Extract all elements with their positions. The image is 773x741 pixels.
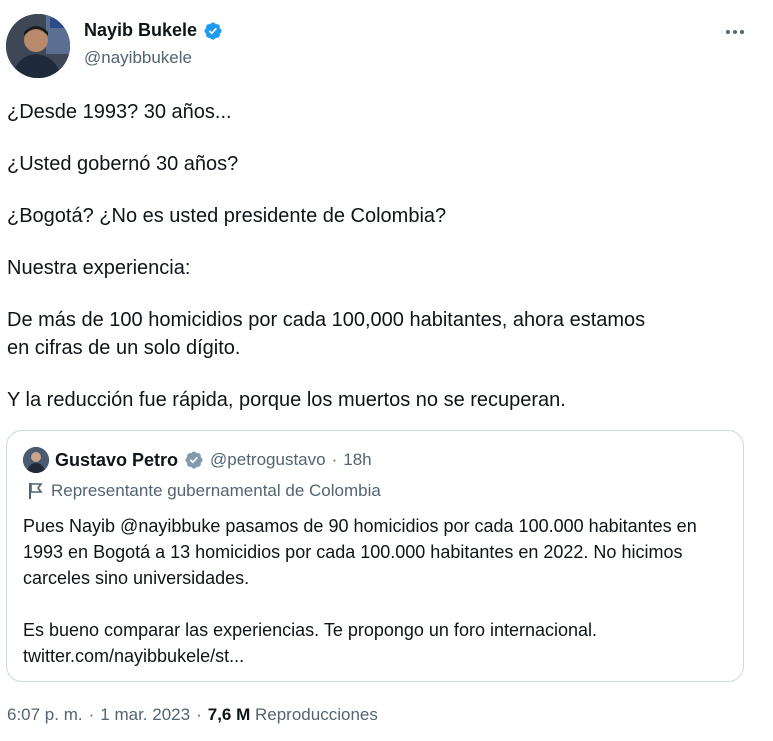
tweet-paragraph: Nuestra experiencia: bbox=[7, 257, 191, 279]
tweet: Nayib Bukele @nayibbukele ¿Desde 1993? 3… bbox=[0, 0, 773, 741]
more-options-icon[interactable] bbox=[722, 22, 748, 42]
government-label-text: Representante gubernamental de Colombia bbox=[51, 481, 381, 500]
government-label: Representante gubernamental de Colombia bbox=[27, 481, 381, 501]
verified-badge-icon bbox=[204, 21, 222, 40]
quoted-tweet-header: Gustavo Petro @petrogustavo · 18h bbox=[23, 447, 372, 473]
tweet-paragraph: ¿Bogotá? ¿No es usted presidente de Colo… bbox=[7, 205, 447, 227]
quoted-link[interactable]: twitter.com/nayibbukele/st... bbox=[23, 643, 735, 669]
tweet-date[interactable]: 1 mar. 2023 bbox=[100, 705, 190, 725]
tweet-paragraph: De más de 100 homicidios por cada 100,00… bbox=[7, 309, 646, 359]
views-count: 7,6 M bbox=[207, 705, 251, 724]
author-handle[interactable]: @nayibbukele bbox=[84, 48, 192, 68]
separator-dot: · bbox=[331, 450, 338, 469]
author-name[interactable]: Nayib Bukele bbox=[84, 20, 197, 41]
tweet-paragraph: ¿Usted gobernó 30 años? bbox=[7, 153, 239, 175]
quoted-paragraph: Pues Nayib @nayibbuke pasamos de 90 homi… bbox=[23, 516, 697, 588]
flag-icon bbox=[29, 483, 43, 499]
quoted-author-handle[interactable]: @petrogustavo bbox=[210, 450, 326, 470]
quoted-avatar[interactable] bbox=[23, 447, 49, 473]
separator-dot: · bbox=[88, 705, 95, 724]
quoted-tweet[interactable]: Gustavo Petro @petrogustavo · 18h Repres… bbox=[6, 430, 744, 682]
views-label: Reproducciones bbox=[255, 705, 378, 724]
verified-badge-icon bbox=[185, 451, 203, 469]
quoted-tweet-text: Pues Nayib @nayibbuke pasamos de 90 homi… bbox=[23, 513, 735, 669]
tweet-time[interactable]: 6:07 p. m. bbox=[7, 705, 83, 725]
avatar[interactable] bbox=[6, 14, 70, 78]
tweet-paragraph: ¿Desde 1993? 30 años... bbox=[7, 101, 232, 123]
quoted-paragraph: Es bueno comparar las experiencias. Te p… bbox=[23, 620, 598, 640]
tweet-paragraph: Y la reducción fue rápida, porque los mu… bbox=[7, 389, 566, 411]
quoted-author-name[interactable]: Gustavo Petro bbox=[55, 450, 178, 471]
quoted-time[interactable]: 18h bbox=[343, 450, 371, 470]
separator-dot: · bbox=[196, 705, 202, 724]
author-name-row: Nayib Bukele bbox=[84, 20, 223, 41]
tweet-meta: 6:07 p. m. · 1 mar. 2023 · 7,6 M Reprodu… bbox=[7, 705, 378, 725]
